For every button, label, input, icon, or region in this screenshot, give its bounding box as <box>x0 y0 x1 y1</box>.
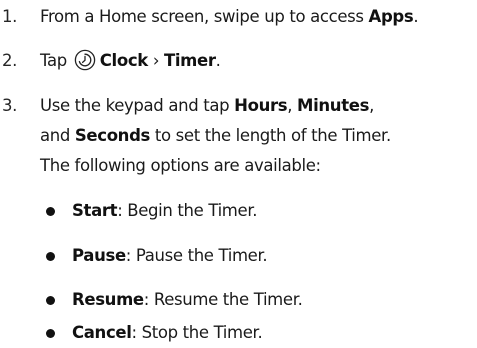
bullet-icon <box>46 207 55 216</box>
separator: , <box>287 96 298 115</box>
option-term: Pause <box>72 246 126 265</box>
step-1-period: . <box>413 7 419 26</box>
option-text: Resume: Resume the Timer. <box>72 285 303 315</box>
step-2-text: Tap <box>40 51 67 70</box>
step-3-text: The following options are available: <box>40 156 321 175</box>
option-desc: : Begin the Timer. <box>117 201 258 220</box>
step-number: 1. <box>2 7 18 26</box>
separator: , <box>369 96 374 115</box>
step-text: From a Home screen, swipe up to access A… <box>40 2 477 32</box>
step-2-period: . <box>215 51 221 70</box>
step-1-text: From a Home screen, swipe up to access <box>40 7 369 26</box>
option-term: Start <box>72 201 118 220</box>
hours-term: Hours <box>234 96 288 115</box>
clock-app-icon <box>74 49 96 71</box>
option-term: Cancel <box>72 323 132 342</box>
timer-term: Timer <box>163 51 216 70</box>
option-text: Pause: Pause the Timer. <box>72 241 268 271</box>
step-3-text: and <box>40 126 75 145</box>
bullet-icon <box>46 296 55 305</box>
minutes-term: Minutes <box>297 96 370 115</box>
step-3-text: to set the length of the Timer. <box>150 126 391 145</box>
option-desc: : Resume the Timer. <box>143 290 303 309</box>
option-text: Cancel: Stop the Timer. <box>72 318 263 348</box>
option-text: Start: Begin the Timer. <box>72 196 257 226</box>
option-term: Resume <box>72 290 144 309</box>
step-text: Tap Clock › Timer. <box>40 46 477 76</box>
option-desc: : Pause the Timer. <box>125 246 268 265</box>
bullet-icon <box>46 329 55 338</box>
step-3-text: Use the keypad and tap <box>40 96 235 115</box>
step-number: 3. <box>2 96 18 115</box>
clock-app-term: Clock <box>99 51 148 70</box>
step-number: 2. <box>2 51 18 70</box>
instructions-document: 1. From a Home screen, swipe up to acces… <box>0 0 477 348</box>
step-text: Use the keypad and tap Hours, Minutes, an… <box>40 91 477 181</box>
option-desc: : Stop the Timer. <box>131 323 263 342</box>
bullet-icon <box>46 252 55 261</box>
apps-term: Apps <box>368 7 414 26</box>
seconds-term: Seconds <box>74 126 151 145</box>
chevron-right-icon: › <box>152 51 160 70</box>
